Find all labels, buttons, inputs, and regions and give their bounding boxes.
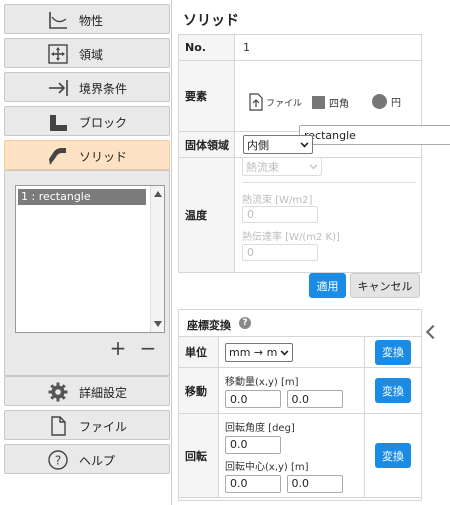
svg-text:?: ? bbox=[55, 454, 61, 468]
sidebar-item-label: ヘルプ bbox=[79, 454, 116, 468]
file-upload-icon bbox=[249, 93, 263, 111]
shape-file-option[interactable]: ファイル bbox=[248, 93, 302, 111]
sidebar-item-label: ソリッド bbox=[79, 150, 128, 164]
heat-flux-input[interactable] bbox=[242, 206, 318, 223]
chevron-left-icon[interactable] bbox=[425, 324, 441, 340]
temperature-mode-select[interactable]: 熱流束 bbox=[242, 157, 322, 176]
rotate-center-x-input[interactable] bbox=[225, 474, 281, 493]
sidebar-item-label: ブロック bbox=[79, 116, 128, 130]
element-label: 要素 bbox=[178, 60, 235, 132]
solid-list[interactable]: 1 : rectangle bbox=[15, 185, 165, 333]
solid-settings-panel: ソリッド No. 1 要素 固体領域 内側 温度 bbox=[178, 0, 450, 505]
file-icon bbox=[51, 416, 66, 436]
unit-label: 単位 bbox=[178, 336, 219, 368]
shape-circle-option[interactable]: 円 bbox=[372, 94, 401, 109]
heat-flux-label: 熱流束 [W/m2] bbox=[242, 195, 313, 206]
sidebar-item-file[interactable]: ファイル bbox=[4, 410, 170, 440]
sidebar-item-solid[interactable]: ソリッド bbox=[4, 140, 170, 170]
page-title: ソリッド bbox=[183, 13, 239, 29]
chevron-down-icon bbox=[309, 161, 318, 170]
rectangle-icon bbox=[312, 96, 325, 109]
sidebar-item-label: 物性 bbox=[79, 14, 104, 28]
solid-region-selected: 内側 bbox=[247, 138, 269, 152]
list-item[interactable]: 1 : rectangle bbox=[18, 189, 146, 205]
scroll-down-icon[interactable] bbox=[154, 321, 162, 327]
sidebar-item-label: 詳細設定 bbox=[79, 386, 128, 400]
solid-pipe-icon bbox=[49, 148, 66, 165]
list-scrollbar[interactable] bbox=[150, 186, 164, 332]
no-label: No. bbox=[178, 34, 235, 61]
help-icon[interactable]: ? bbox=[239, 317, 251, 329]
apply-button[interactable]: 適用 bbox=[309, 273, 346, 298]
coordinate-transform-table: 単位 mm → m 変換 移動 移動量(x,y) [m] 0.0 0.0 変換 … bbox=[178, 336, 422, 498]
sidebar-item-block[interactable]: ブロック bbox=[4, 106, 170, 136]
chevron-down-icon bbox=[300, 139, 309, 148]
move-caption: 移動量(x,y) [m] bbox=[225, 377, 299, 388]
move-convert-button[interactable]: 変換 bbox=[375, 378, 411, 403]
heat-transfer-input[interactable] bbox=[242, 244, 318, 261]
arrow-to-line-icon bbox=[49, 80, 68, 96]
block-icon bbox=[50, 115, 67, 131]
coordinate-transform-section: 座標変換 ? 単位 mm → m 変換 移動 移動量(x,y) [m] 0.0 … bbox=[178, 309, 422, 501]
scroll-up-icon[interactable] bbox=[154, 191, 162, 197]
rotate-label: 回転 bbox=[178, 413, 219, 498]
no-value: 1 bbox=[234, 34, 422, 61]
rotate-angle-caption: 回転角度 [deg] bbox=[225, 422, 295, 434]
sidebar-item-properties[interactable]: 物性 bbox=[4, 4, 170, 34]
shape-rect-label: 四角 bbox=[329, 99, 349, 110]
coordinate-transform-title: 座標変換 bbox=[187, 319, 231, 332]
chevron-down-icon bbox=[280, 347, 289, 355]
shape-rect-option[interactable]: 四角 bbox=[312, 95, 349, 110]
remove-solid-button[interactable]: − bbox=[138, 338, 158, 359]
help-circle-icon: ? bbox=[48, 450, 68, 470]
graph-axes-icon bbox=[49, 12, 67, 29]
temperature-mode-selected: 熱流束 bbox=[246, 160, 279, 174]
add-solid-button[interactable]: + bbox=[108, 338, 128, 359]
rotate-angle-input[interactable] bbox=[225, 435, 281, 454]
heat-transfer-label: 熱伝達率 [W/(m2 K)] bbox=[242, 232, 340, 243]
cancel-button[interactable]: キャンセル bbox=[350, 273, 420, 298]
sidebar-item-label: ファイル bbox=[79, 420, 128, 434]
sidebar-item-label: 境界条件 bbox=[79, 82, 128, 96]
shape-file-label: ファイル bbox=[266, 98, 303, 109]
unit-select[interactable]: mm → m bbox=[225, 342, 293, 362]
sidebar-item-boundary[interactable]: 境界条件 bbox=[4, 72, 170, 102]
solid-region-label: 固体領域 bbox=[178, 131, 235, 158]
solid-region-select[interactable]: 内側 bbox=[243, 135, 313, 154]
gear-icon bbox=[48, 382, 68, 402]
sidebar-item-help[interactable]: ? ヘルプ bbox=[4, 444, 170, 474]
move-x-input[interactable] bbox=[225, 390, 281, 408]
temperature-divider bbox=[242, 182, 416, 183]
unit-convert-button[interactable]: 変換 bbox=[375, 339, 411, 365]
sidebar: 物性 領域 境界条件 ブロック ソリッド 1 : rectangle + − 詳… bbox=[0, 0, 172, 505]
rotate-center-caption: 回転中心(x,y) [m] bbox=[225, 461, 309, 473]
sidebar-item-advanced-settings[interactable]: 詳細設定 bbox=[4, 376, 170, 406]
move-label: 移動 bbox=[178, 367, 219, 414]
circle-icon bbox=[372, 94, 387, 109]
element-name-input[interactable] bbox=[299, 125, 450, 145]
move-arrows-icon bbox=[48, 44, 68, 64]
sidebar-item-label: 領域 bbox=[79, 48, 104, 62]
move-y-input[interactable] bbox=[286, 390, 343, 408]
solid-list-panel: 1 : rectangle + − bbox=[4, 170, 170, 376]
sidebar-item-domain[interactable]: 領域 bbox=[4, 38, 170, 68]
unit-selected: mm → m bbox=[229, 345, 278, 359]
shape-circle-label: 円 bbox=[391, 98, 401, 109]
temperature-label: 温度 bbox=[178, 157, 235, 273]
rotate-center-y-input[interactable] bbox=[286, 474, 343, 493]
rotate-convert-button[interactable]: 変換 bbox=[375, 443, 411, 468]
